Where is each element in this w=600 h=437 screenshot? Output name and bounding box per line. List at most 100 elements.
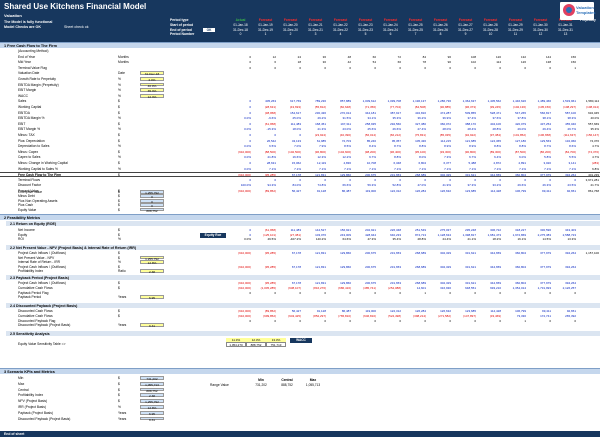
- table-cell[interactable]: (89,300): [478, 150, 503, 154]
- table-cell[interactable]: (95,285): [253, 251, 278, 255]
- table-cell[interactable]: 16.6%: [278, 155, 303, 159]
- table-cell[interactable]: (61,958): [253, 122, 278, 126]
- table-cell[interactable]: (96,400): [378, 150, 403, 154]
- table-cell[interactable]: 231,653: [378, 265, 403, 269]
- ev-value[interactable]: 0: [140, 198, 164, 204]
- table-cell[interactable]: 67,178: [278, 251, 303, 255]
- terminal-value-cell[interactable]: 4.7%: [580, 155, 600, 159]
- table-cell[interactable]: 24.4%: [428, 237, 453, 241]
- input-cell[interactable]: 2.38: [140, 269, 164, 274]
- table-cell[interactable]: 47.3%: [353, 237, 378, 241]
- wacc-button[interactable]: WACC: [290, 338, 312, 343]
- table-cell[interactable]: 21.3%: [303, 127, 328, 131]
- table-cell[interactable]: 7.1%: [278, 167, 303, 171]
- table-cell[interactable]: 789,236: [303, 99, 328, 103]
- terminal-value-cell[interactable]: (283): [580, 161, 600, 165]
- table-cell[interactable]: 0: [228, 161, 253, 165]
- table-cell[interactable]: 275,037: [428, 228, 453, 232]
- table-cell[interactable]: 318,227: [503, 228, 528, 232]
- table-cell[interactable]: 0.0%: [228, 237, 253, 241]
- table-cell[interactable]: 37.6%: [478, 116, 503, 120]
- input-cell[interactable]: 40.0%: [140, 82, 164, 88]
- table-cell[interactable]: 566,817: [528, 111, 553, 115]
- section-free-cash-flow[interactable]: 1 Free Cash Flow to The Firm: [0, 42, 600, 48]
- table-cell[interactable]: 6: [253, 60, 278, 64]
- table-cell[interactable]: 52.8%: [378, 183, 403, 187]
- table-cell[interactable]: (910,000): [228, 265, 253, 269]
- table-cell[interactable]: 1,128,634: [428, 233, 453, 237]
- table-cell[interactable]: 23.5%: [553, 183, 578, 187]
- table-cell[interactable]: 1,196,137: [403, 99, 428, 103]
- terminal-value-cell[interactable]: 632,045: [580, 111, 600, 115]
- table-cell[interactable]: 270,014: [328, 111, 353, 115]
- table-cell[interactable]: 302,329: [428, 251, 453, 255]
- table-cell[interactable]: 428,944: [353, 233, 378, 237]
- table-cell[interactable]: 268,689: [403, 251, 428, 255]
- table-cell[interactable]: 648,551: [453, 286, 478, 290]
- table-cell[interactable]: 103,076: [303, 233, 328, 237]
- input-cell[interactable]: 1,255,792: [140, 255, 164, 261]
- table-cell[interactable]: 6,804: [403, 161, 428, 165]
- table-cell[interactable]: 231,653: [378, 173, 403, 177]
- table-cell[interactable]: (66,212): [378, 133, 403, 137]
- table-cell[interactable]: (56,014): [353, 133, 378, 137]
- input-cell[interactable]: 31-Dec-18: [140, 71, 164, 76]
- table-cell[interactable]: 874,713: [403, 233, 428, 237]
- table-cell[interactable]: 0: [528, 291, 553, 295]
- table-cell[interactable]: 129,860: [328, 251, 353, 255]
- table-cell[interactable]: 331,621: [453, 173, 478, 177]
- table-cell[interactable]: 0: [253, 291, 278, 295]
- table-cell[interactable]: 200,675: [353, 281, 378, 285]
- table-cell[interactable]: 226,348: [378, 228, 403, 232]
- table-cell[interactable]: 10,708: [353, 161, 378, 165]
- table-cell[interactable]: 7.3%: [428, 155, 453, 159]
- table-cell[interactable]: 8.8%: [378, 155, 403, 159]
- table-cell[interactable]: 78: [403, 60, 428, 64]
- table-cell[interactable]: 0: [528, 66, 553, 70]
- table-cell[interactable]: 27.4%: [403, 127, 428, 131]
- table-cell[interactable]: 331,621: [453, 281, 478, 285]
- table-cell[interactable]: 18.2%: [478, 237, 503, 241]
- table-cell[interactable]: 0: [403, 178, 428, 182]
- table-cell[interactable]: 0: [528, 178, 553, 182]
- table-cell[interactable]: 6,377: [428, 161, 453, 165]
- table-cell[interactable]: 6.0%: [503, 155, 528, 159]
- table-cell[interactable]: 0: [228, 319, 253, 323]
- table-cell[interactable]: 394,264: [553, 173, 578, 177]
- table-cell[interactable]: 7.1%: [303, 167, 328, 171]
- kpi-value[interactable]: 731,202: [140, 376, 164, 381]
- table-cell[interactable]: 29.4%: [528, 127, 553, 131]
- table-cell[interactable]: (147,897): [453, 314, 478, 318]
- table-cell[interactable]: (646,810): [353, 314, 378, 318]
- table-cell[interactable]: 114: [478, 60, 503, 64]
- table-cell[interactable]: 9.7%: [353, 155, 378, 159]
- table-cell[interactable]: 1: [503, 319, 528, 323]
- input-cell[interactable]: 12.3%: [140, 93, 164, 99]
- subsection-sensitivity[interactable]: 2.5 Sensitivity Analysis: [6, 331, 600, 336]
- kpi-value[interactable]: 9.31: [140, 416, 164, 422]
- table-cell[interactable]: 26.3%: [528, 183, 553, 187]
- table-cell[interactable]: 0: [278, 133, 303, 137]
- table-cell[interactable]: (999,852): [253, 314, 278, 318]
- table-cell[interactable]: 0.0%: [228, 144, 253, 148]
- table-cell[interactable]: 0: [478, 319, 503, 323]
- table-cell[interactable]: 12,119: [303, 161, 328, 165]
- table-cell[interactable]: 394,264: [553, 281, 578, 285]
- table-cell[interactable]: (910,000): [228, 281, 253, 285]
- table-cell[interactable]: (60,648): [328, 105, 353, 109]
- table-cell[interactable]: 295,248: [453, 228, 478, 232]
- table-cell[interactable]: 6.5%: [253, 144, 278, 148]
- table-cell[interactable]: 42: [328, 60, 353, 64]
- table-cell[interactable]: 25.6%: [353, 127, 378, 131]
- table-cell[interactable]: 168,451: [303, 122, 328, 126]
- table-cell[interactable]: 28.8%: [478, 127, 503, 131]
- table-cell[interactable]: (86,200): [528, 150, 553, 154]
- table-cell[interactable]: 0.0%: [228, 155, 253, 159]
- table-cell[interactable]: 72: [378, 55, 403, 59]
- table-cell[interactable]: 99,411: [528, 309, 553, 313]
- table-cell[interactable]: 132: [503, 55, 528, 59]
- table-cell[interactable]: (89,852): [253, 309, 278, 313]
- subsection-discounted-payback[interactable]: 2.4 Discounted Payback (Project Basis): [6, 303, 600, 308]
- table-cell[interactable]: 120: [478, 55, 503, 59]
- table-cell[interactable]: 292,560: [378, 122, 403, 126]
